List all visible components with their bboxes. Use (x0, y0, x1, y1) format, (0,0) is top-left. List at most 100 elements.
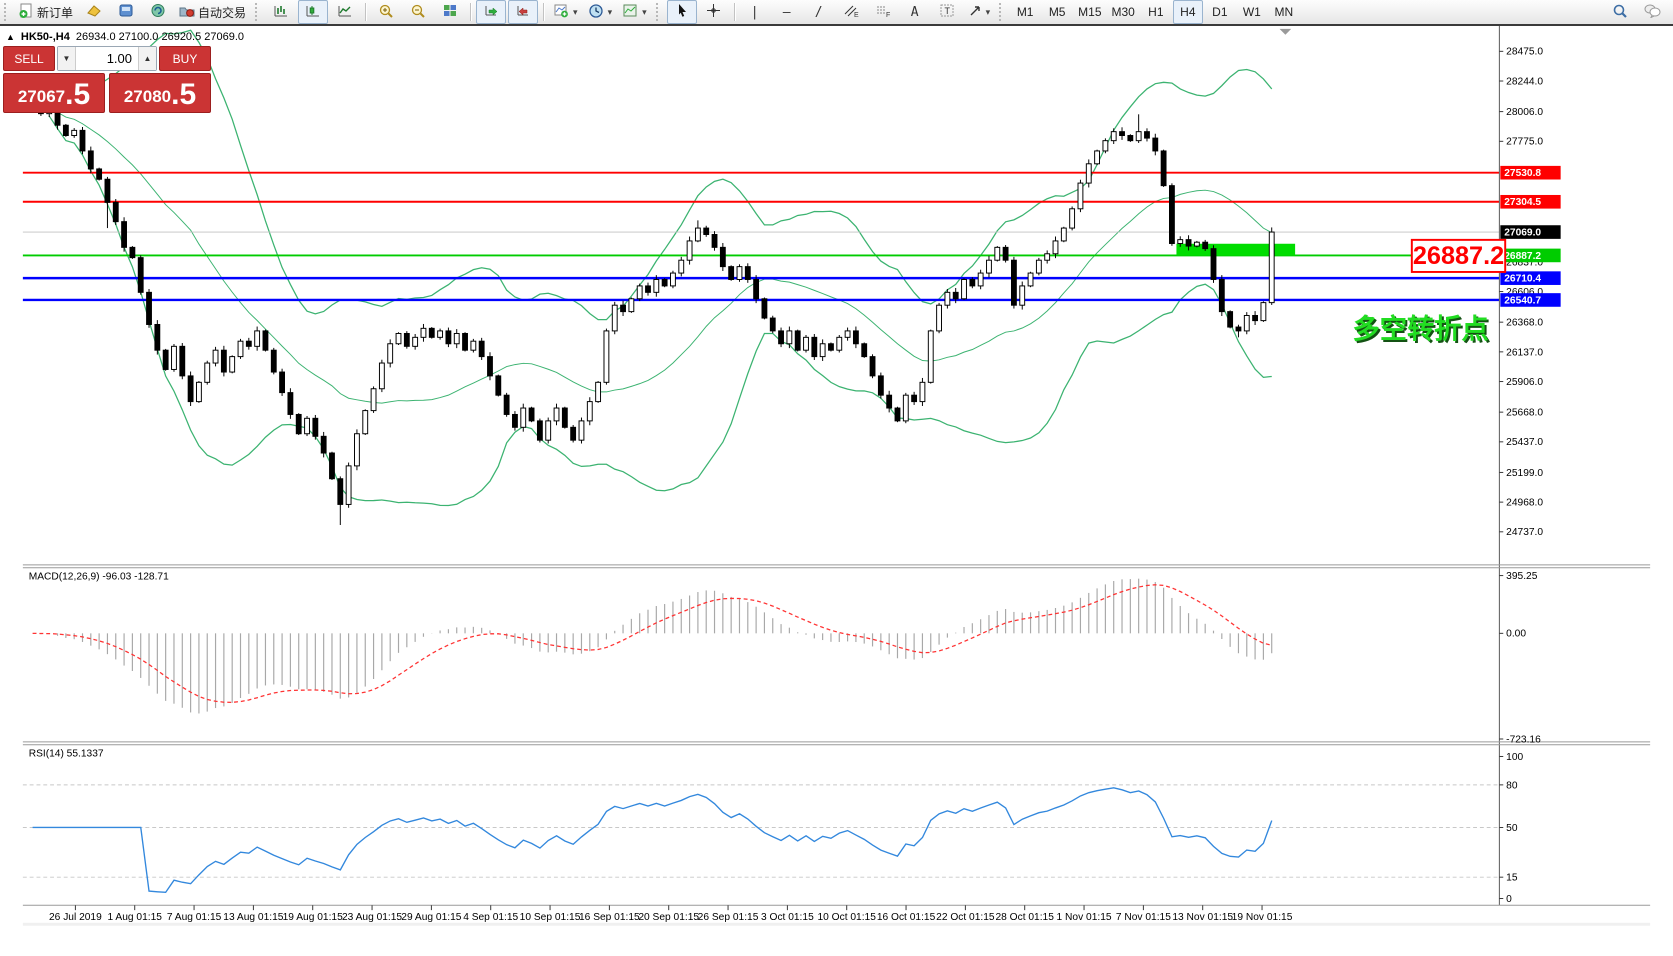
chart-area[interactable]: 28475.028244.028006.027775.026837.026606… (0, 26, 1673, 951)
time-tick-label: 26 Jul 2019 (49, 912, 102, 923)
tab-timeframe-h1[interactable]: H1 (1141, 0, 1171, 24)
arrows-button[interactable]: ▾ (964, 0, 995, 24)
new-order-label: 新订单 (37, 4, 73, 21)
tab-timeframe-m5[interactable]: M5 (1042, 0, 1072, 24)
tab-timeframe-d1[interactable]: D1 (1205, 0, 1235, 24)
time-tick-label: 10 Sep 01:15 (520, 912, 581, 923)
market-watch-button[interactable] (79, 0, 109, 24)
search-button[interactable] (1605, 0, 1635, 24)
autotrading-button[interactable]: 自动交易 (175, 0, 250, 24)
candle-body (554, 408, 559, 421)
buy-button[interactable]: BUY (159, 46, 211, 71)
price-badge-label: 26540.7 (1504, 295, 1541, 306)
chart-shift-button[interactable] (508, 0, 538, 24)
templates-button[interactable]: ▾ (618, 0, 651, 24)
search-icon (1612, 3, 1628, 22)
tab-timeframe-m1[interactable]: M1 (1010, 0, 1040, 24)
templates-icon (622, 3, 638, 21)
candle-body (1211, 249, 1216, 280)
autotrading-icon (179, 3, 195, 21)
signals-button[interactable] (143, 0, 173, 24)
chat-button[interactable] (1637, 0, 1667, 24)
zoom-out-button[interactable] (403, 0, 433, 24)
collapse-triangle-icon[interactable]: ▲ (6, 32, 15, 42)
candle-body (1070, 209, 1075, 228)
horizontal-line-button[interactable]: — (772, 0, 802, 24)
candle-body (130, 247, 135, 257)
bar-chart-button[interactable] (266, 0, 296, 24)
candle-body (155, 324, 160, 350)
candle-body (305, 418, 310, 433)
candle-body (221, 350, 226, 372)
tab-timeframe-m15[interactable]: M15 (1074, 0, 1105, 24)
svg-text:F: F (886, 12, 890, 18)
price-tick-label: 28475.0 (1506, 47, 1543, 58)
time-tick-label: 20 Sep 01:15 (638, 912, 699, 923)
zoom-in-button[interactable] (371, 0, 401, 24)
auto-scroll-button[interactable] (476, 0, 506, 24)
turning-point-annotation: 多空转折点 (1353, 313, 1489, 344)
volume-decrease-button[interactable]: ▼ (58, 47, 76, 70)
tab-timeframe-w1[interactable]: W1 (1237, 0, 1267, 24)
candle-body (995, 247, 1000, 260)
cursor-icon (675, 3, 689, 21)
trendline-button[interactable]: / (804, 0, 834, 24)
toolbar-grip (656, 3, 662, 21)
candle-body (612, 305, 617, 331)
time-tick-label: 7 Aug 01:15 (167, 912, 222, 923)
sell-price-button[interactable]: 27067.5 (3, 73, 105, 113)
candle-body (671, 273, 676, 286)
candlestick-chart-button[interactable] (298, 0, 328, 24)
candle-body (695, 228, 700, 241)
candle-body (521, 408, 526, 427)
candle-body (579, 421, 584, 440)
fibonacci-button[interactable]: F (868, 0, 898, 24)
chart-shift-marker (1280, 29, 1292, 35)
tab-timeframe-h4[interactable]: H4 (1173, 0, 1203, 24)
timeframe-label: M1 (1017, 5, 1034, 19)
price-tick-label: 25668.0 (1506, 408, 1543, 419)
candle-body (1011, 260, 1016, 305)
candle-body (1169, 186, 1174, 244)
candle-body (421, 328, 426, 337)
chart-canvas[interactable]: 28475.028244.028006.027775.026837.026606… (0, 26, 1673, 951)
periods-button[interactable]: ▾ (584, 0, 617, 24)
line-chart-button[interactable] (330, 0, 360, 24)
tab-timeframe-m30[interactable]: M30 (1108, 0, 1139, 24)
text-label-icon: T (939, 3, 955, 21)
timeframe-label: H1 (1148, 5, 1163, 19)
data-window-button[interactable] (111, 0, 141, 24)
svg-text:E: E (854, 12, 859, 18)
time-tick-label: 1 Nov 01:15 (1057, 912, 1112, 923)
tab-timeframe-mn[interactable]: MN (1269, 0, 1299, 24)
timeframe-label: H4 (1180, 5, 1195, 19)
candle-body (1045, 254, 1050, 260)
candle-body (1145, 132, 1150, 138)
chevron-down-icon: ▾ (573, 7, 578, 18)
new-order-button[interactable]: 新订单 (15, 0, 77, 24)
buy-price-button[interactable]: 27080.5 (109, 73, 211, 113)
zoom-in-icon (378, 3, 394, 22)
tile-windows-button[interactable] (435, 0, 465, 24)
volume-input[interactable] (76, 47, 138, 70)
volume-increase-button[interactable]: ▲ (138, 47, 156, 70)
vertical-line-button[interactable]: | (740, 0, 770, 24)
sell-button[interactable]: SELL (3, 46, 55, 71)
channel-button[interactable]: E (836, 0, 866, 24)
cursor-button[interactable] (667, 0, 697, 24)
candle-body (404, 333, 409, 346)
text-label-button[interactable]: T (932, 0, 962, 24)
candle-body (113, 202, 118, 221)
time-tick-label: 19 Nov 01:15 (1232, 912, 1293, 923)
candle-body (172, 346, 177, 369)
candle-body (945, 292, 950, 305)
indicators-button[interactable]: ▾ (549, 0, 582, 24)
candle-body (479, 341, 484, 356)
candle-body (787, 331, 792, 344)
timeframe-label: W1 (1243, 5, 1261, 19)
crosshair-button[interactable] (699, 0, 729, 24)
toolbar: 新订单 自动交易 (0, 0, 1673, 26)
chevron-down-icon: ▾ (986, 7, 991, 18)
chart-shift-icon (515, 3, 531, 21)
text-button[interactable]: A (900, 0, 930, 24)
